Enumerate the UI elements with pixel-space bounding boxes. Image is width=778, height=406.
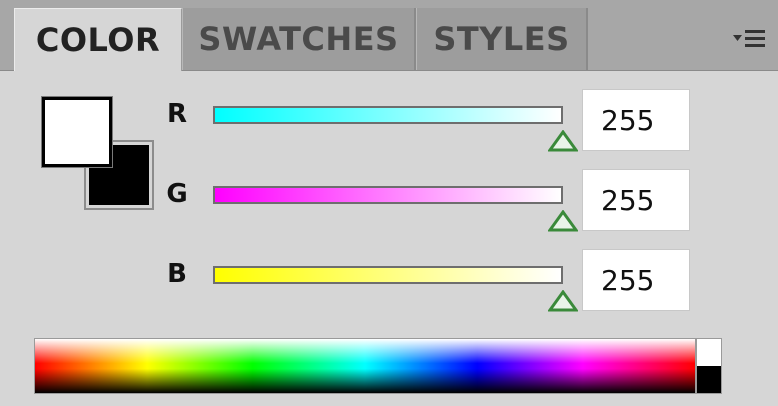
slider-r[interactable] [213,106,563,124]
panel-menu-button[interactable] [730,24,770,54]
color-spectrum-ramp[interactable] [34,338,696,394]
value-field-g[interactable]: 255 [582,169,690,231]
color-panel: COLOR SWATCHES STYLES R 255 G 255 B 255 [0,0,778,406]
slider-b[interactable] [213,266,563,284]
foreground-color-swatch[interactable] [42,97,112,167]
spectrum-black-swatch[interactable] [696,366,722,394]
slider-thumb-b[interactable] [548,290,578,312]
tab-color[interactable]: COLOR [14,8,182,71]
value-field-b[interactable]: 255 [582,249,690,311]
tab-styles[interactable]: STYLES [416,8,588,70]
channel-label-g: G [166,179,188,209]
channel-label-r: R [166,99,188,129]
tab-bar: COLOR SWATCHES STYLES [0,0,778,71]
spectrum-white-swatch[interactable] [696,338,722,366]
value-field-r[interactable]: 255 [582,89,690,151]
tab-swatches[interactable]: SWATCHES [182,8,416,70]
slider-g[interactable] [213,186,563,204]
slider-thumb-r[interactable] [548,130,578,152]
slider-thumb-g[interactable] [548,210,578,232]
panel-menu-icon [733,30,765,47]
channel-label-b: B [167,259,187,289]
